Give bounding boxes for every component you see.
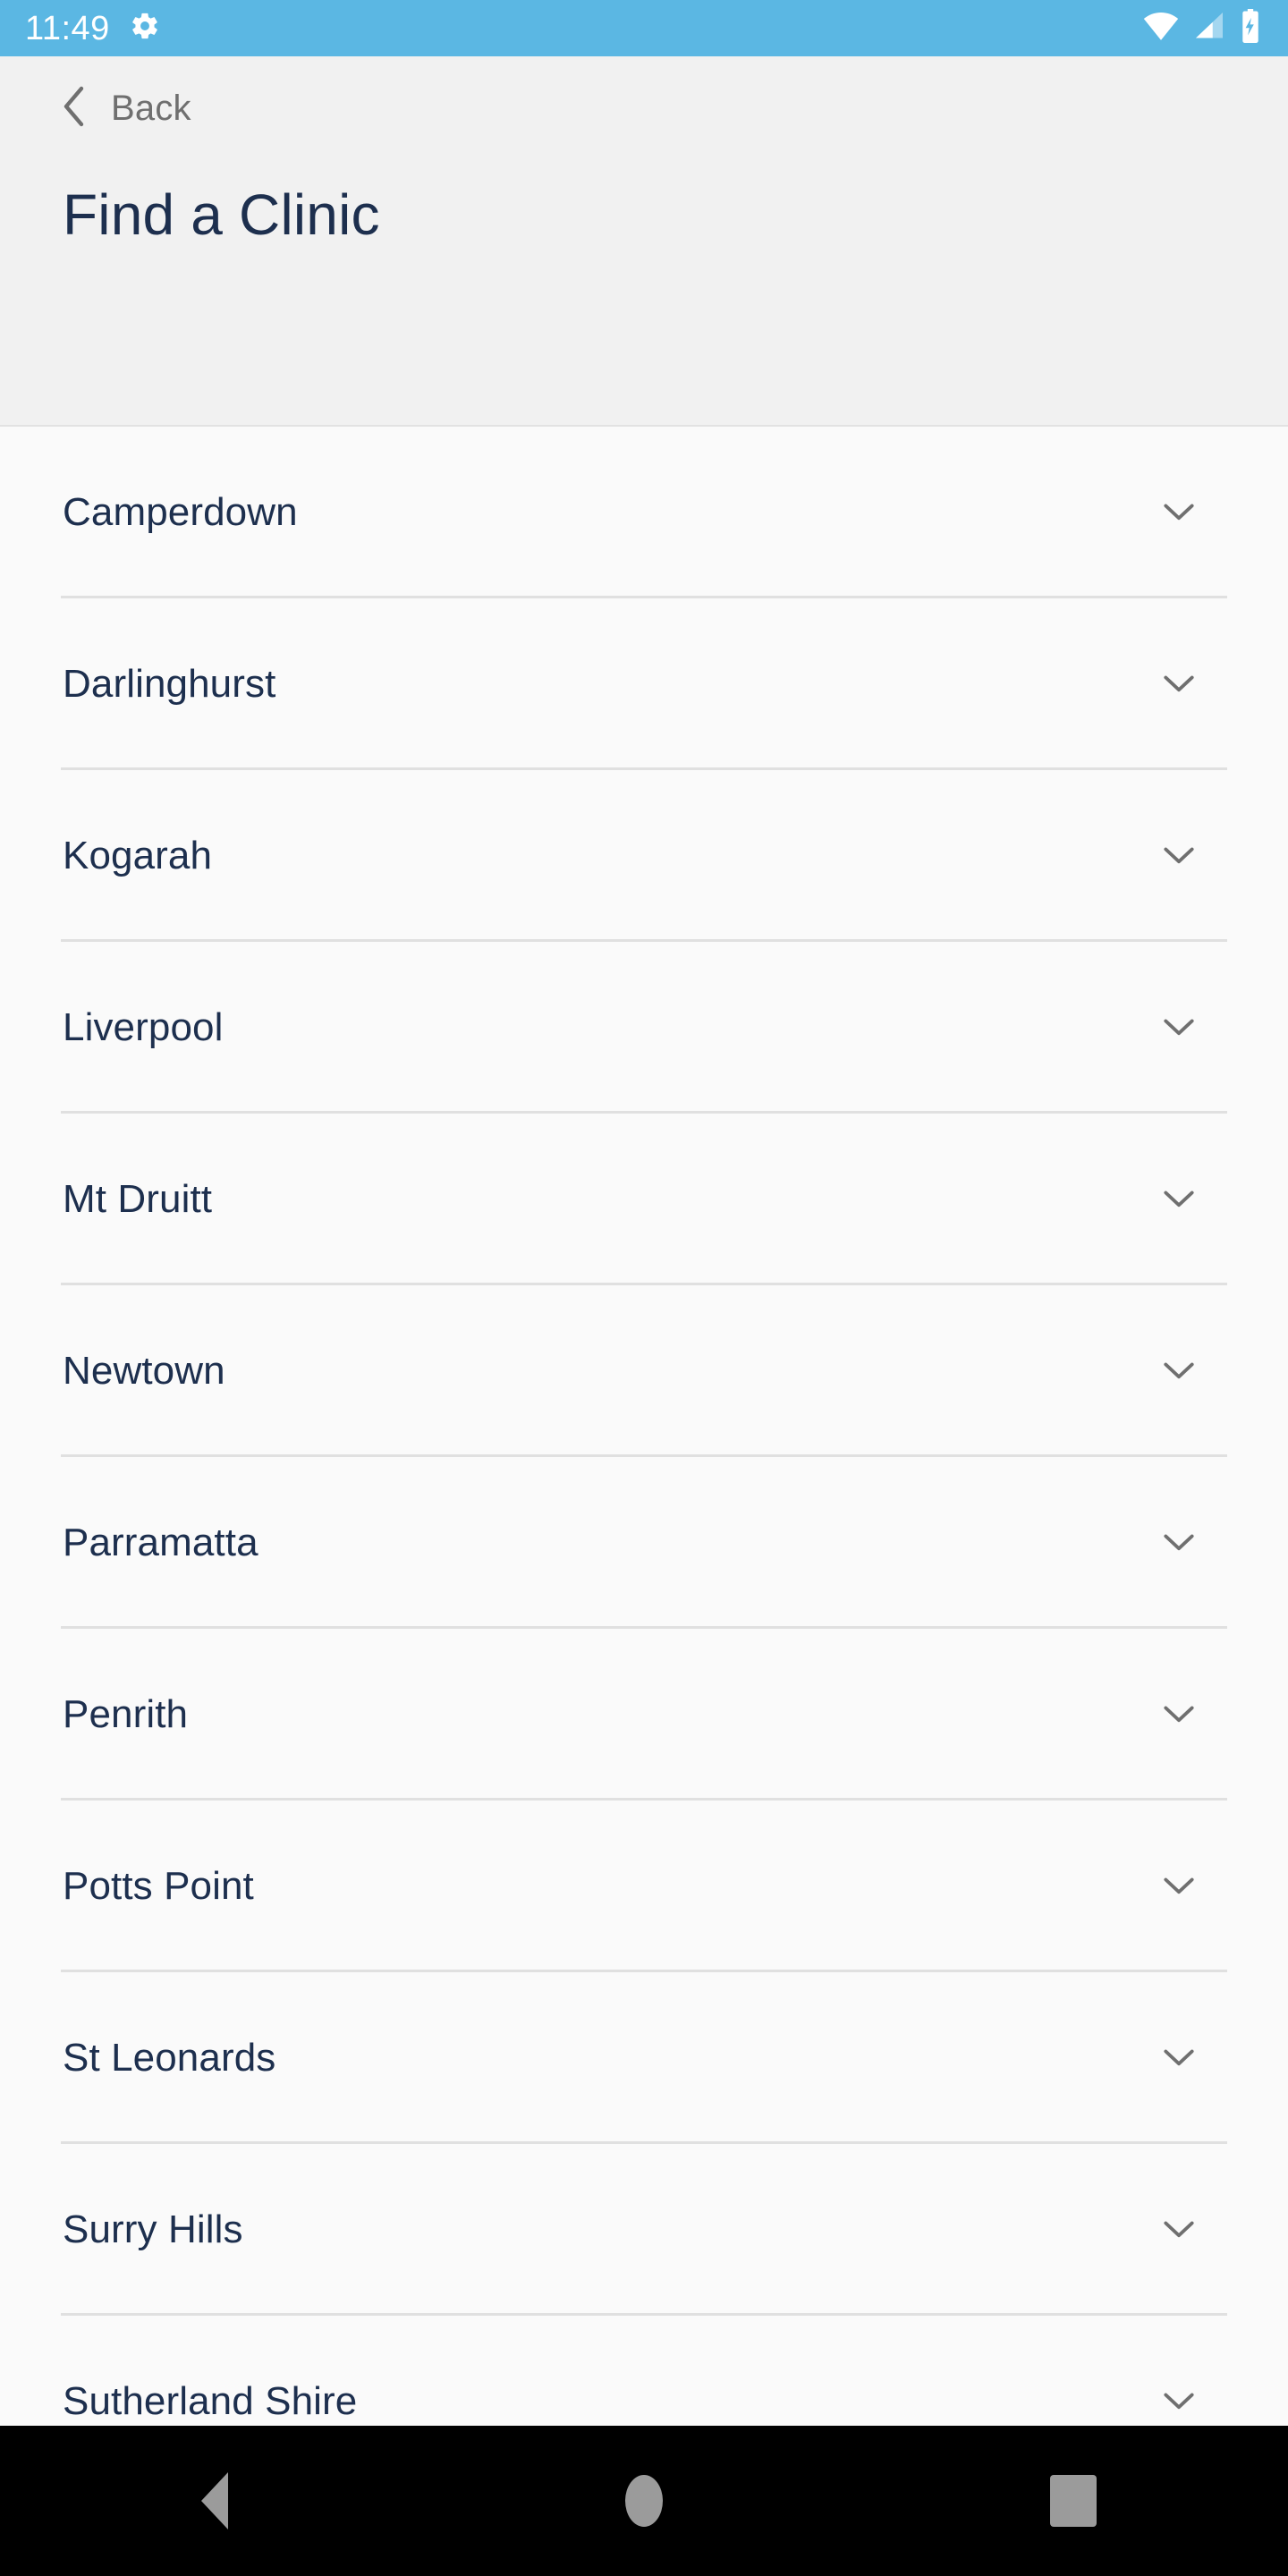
circle-home-icon — [625, 2475, 663, 2527]
clinic-list-item-label: Camperdown — [63, 490, 298, 534]
chevron-down-icon[interactable] — [1159, 1865, 1199, 1909]
chevron-down-icon[interactable] — [1159, 1693, 1199, 1737]
clinic-list-item[interactable]: Sutherland Shire — [0, 2316, 1288, 2426]
chevron-left-icon — [61, 85, 88, 132]
chevron-down-icon[interactable] — [1159, 2208, 1199, 2252]
chevron-down-icon[interactable] — [1159, 1521, 1199, 1565]
gear-icon — [130, 11, 160, 46]
nav-back-button[interactable] — [125, 2426, 304, 2576]
battery-charging-icon — [1240, 9, 1261, 47]
cell-signal-icon — [1193, 11, 1225, 46]
chevron-down-icon[interactable] — [1159, 835, 1199, 878]
chevron-down-icon[interactable] — [1159, 1178, 1199, 1222]
clinic-list-item[interactable]: Parramatta — [0, 1457, 1288, 1629]
chevron-down-icon[interactable] — [1159, 2037, 1199, 2080]
status-bar-clock: 11:49 — [25, 9, 110, 47]
chevron-down-icon[interactable] — [1159, 663, 1199, 707]
clinic-list-item-label: Potts Point — [63, 1864, 254, 1908]
chevron-down-icon[interactable] — [1159, 2380, 1199, 2424]
android-navigation-bar — [0, 2426, 1288, 2576]
clinic-list[interactable]: Camperdown Darlinghurst Kogarah Liverpool Mt… — [0, 427, 1288, 2426]
clinic-list-item-label: Kogarah — [63, 834, 213, 877]
app-screen: 11:49 Back Find a Clinic Camperdown Darl… — [0, 0, 1288, 2576]
clinic-list-item[interactable]: Penrith — [0, 1629, 1288, 1801]
clinic-list-item[interactable]: Darlinghurst — [0, 598, 1288, 770]
chevron-down-icon[interactable] — [1159, 1350, 1199, 1394]
clinic-list-item[interactable]: St Leonards — [0, 1972, 1288, 2144]
clinic-list-item[interactable]: Kogarah — [0, 770, 1288, 942]
clinic-list-item[interactable]: Surry Hills — [0, 2144, 1288, 2316]
chevron-down-icon[interactable] — [1159, 491, 1199, 535]
page-title: Find a Clinic — [63, 182, 380, 247]
back-button-label: Back — [111, 89, 191, 128]
wifi-icon — [1143, 11, 1179, 46]
clinic-list-item[interactable]: Potts Point — [0, 1801, 1288, 1972]
clinic-list-item-label: Darlinghurst — [63, 662, 276, 706]
clinic-list-item-label: Newtown — [63, 1349, 225, 1393]
chevron-down-icon[interactable] — [1159, 1006, 1199, 1050]
clinic-list-item-label: Mt Druitt — [63, 1177, 213, 1221]
nav-home-button[interactable] — [555, 2426, 733, 2576]
clinic-list-item-label: Liverpool — [63, 1005, 224, 1049]
clinic-list-item-label: Surry Hills — [63, 2207, 243, 2251]
clinic-list-item[interactable]: Mt Druitt — [0, 1114, 1288, 1285]
triangle-back-icon — [201, 2472, 228, 2529]
clinic-list-item[interactable]: Liverpool — [0, 942, 1288, 1114]
square-recents-icon — [1050, 2475, 1097, 2527]
clinic-list-item-label: Sutherland Shire — [63, 2379, 358, 2423]
clinic-list-item[interactable]: Camperdown — [0, 427, 1288, 598]
clinic-list-item-label: Penrith — [63, 1692, 189, 1736]
clinic-list-item-label: St Leonards — [63, 2036, 276, 2080]
status-bar-right — [1143, 9, 1261, 47]
page-header: Back Find a Clinic — [0, 56, 1288, 427]
back-button[interactable]: Back — [61, 76, 209, 140]
nav-recents-button[interactable] — [984, 2426, 1163, 2576]
clinic-list-item-label: Parramatta — [63, 1521, 258, 1564]
status-bar: 11:49 — [0, 0, 1288, 56]
clinic-list-item[interactable]: Newtown — [0, 1285, 1288, 1457]
status-bar-left: 11:49 — [25, 11, 160, 46]
